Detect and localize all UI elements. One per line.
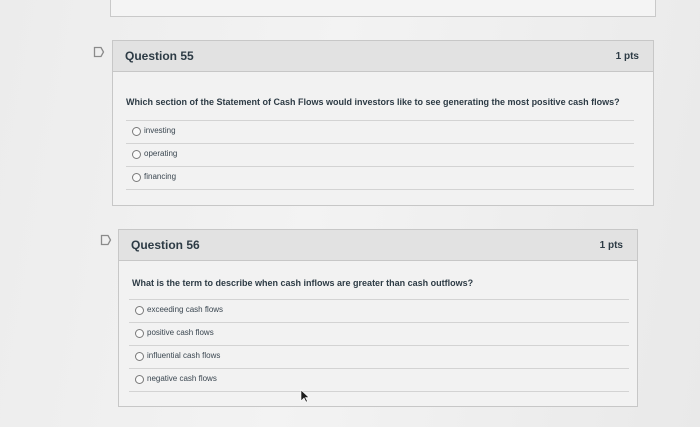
radio-button[interactable] [135, 375, 144, 384]
answer-label: positive cash flows [147, 328, 214, 337]
question-text: What is the term to describe when cash i… [132, 278, 474, 288]
question-55-card: Question 55 1 pts Which section of the S… [112, 40, 654, 206]
radio-button[interactable] [132, 150, 141, 159]
radio-button[interactable] [135, 329, 144, 338]
answer-label: negative cash flows [147, 374, 217, 383]
question-title: Question 55 [125, 49, 194, 63]
question-header: Question 56 1 pts [119, 230, 637, 261]
question-header: Question 55 1 pts [113, 41, 653, 72]
answer-option[interactable]: influential cash flows [129, 345, 629, 368]
radio-button[interactable] [132, 173, 141, 182]
answer-option[interactable]: positive cash flows [129, 322, 629, 345]
radio-button[interactable] [132, 127, 141, 136]
answer-option[interactable]: investing [126, 120, 634, 143]
flag-question-icon[interactable] [100, 234, 112, 246]
mouse-pointer-icon [300, 389, 310, 403]
answer-label: financing [144, 172, 177, 181]
question-56-card: Question 56 1 pts What is the term to de… [118, 229, 638, 407]
answer-label: investing [144, 126, 176, 135]
answer-option[interactable]: financing [126, 166, 634, 190]
answer-option[interactable]: operating [126, 143, 634, 166]
answer-label: influential cash flows [147, 351, 221, 360]
answer-list: exceeding cash flows positive cash flows… [129, 299, 629, 392]
flag-question-icon[interactable] [93, 46, 105, 58]
answer-label: exceeding cash flows [147, 305, 224, 314]
question-text: Which section of the Statement of Cash F… [126, 97, 620, 107]
answer-label: operating [144, 149, 178, 158]
answer-list: investing operating financing [126, 120, 634, 190]
previous-question-box [110, 0, 656, 17]
radio-button[interactable] [135, 352, 144, 361]
answer-option[interactable]: exceeding cash flows [129, 299, 629, 322]
question-points: 1 pts [599, 240, 623, 251]
question-points: 1 pts [615, 51, 639, 62]
answer-option[interactable]: negative cash flows [129, 368, 629, 392]
question-title: Question 56 [131, 238, 200, 252]
radio-button[interactable] [135, 306, 144, 315]
